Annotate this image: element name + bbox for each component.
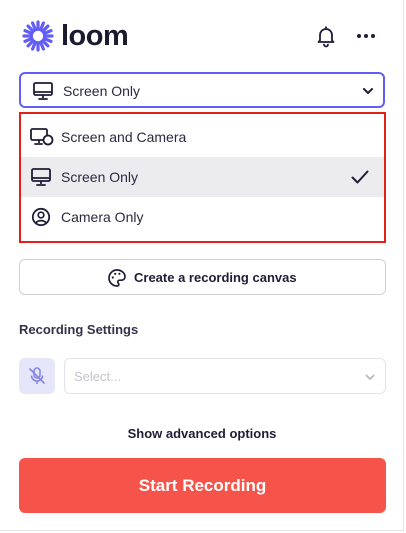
start-recording-button[interactable]: Start Recording: [19, 458, 386, 513]
monitor-icon: [30, 167, 52, 192]
loom-logo: loom: [22, 20, 129, 52]
recording-mode-select[interactable]: Screen Only: [19, 72, 385, 108]
more-options-button[interactable]: [354, 24, 378, 48]
recording-mode-menu: Screen and Camera Screen Only Camera Onl…: [19, 112, 386, 243]
more-horizontal-icon: [357, 34, 375, 38]
checkmark-icon: [350, 167, 370, 192]
option-screen-and-camera[interactable]: Screen and Camera: [21, 117, 384, 157]
palette-icon: [107, 268, 127, 293]
show-advanced-options-link[interactable]: Show advanced options: [0, 426, 404, 441]
loom-logo-text: loom: [61, 20, 129, 52]
user-circle-icon: [30, 207, 52, 232]
loom-popup-panel: loom Screen Only Screen and Camera Scree…: [0, 0, 404, 531]
option-camera-only[interactable]: Camera Only: [21, 197, 384, 237]
start-recording-label: Start Recording: [138, 476, 267, 495]
microphone-off-icon: [29, 367, 45, 384]
loom-starburst-icon: [22, 20, 54, 52]
option-label: Camera Only: [61, 209, 144, 225]
option-label: Screen and Camera: [61, 129, 187, 145]
option-screen-only[interactable]: Screen Only: [21, 157, 384, 197]
chevron-down-icon: [364, 370, 376, 388]
microphone-select-placeholder: Select...: [74, 369, 121, 384]
chevron-down-icon: [361, 84, 375, 103]
recording-mode-value: Screen Only: [63, 83, 141, 99]
monitor-icon: [32, 81, 54, 106]
create-recording-canvas-button[interactable]: Create a recording canvas: [19, 259, 386, 295]
option-label: Screen Only: [61, 169, 139, 185]
monitor-camera-icon: [30, 127, 54, 152]
bell-icon: [317, 26, 335, 48]
microphone-toggle-button[interactable]: [19, 358, 55, 394]
microphone-select[interactable]: Select...: [64, 358, 386, 394]
recording-settings-title: Recording Settings: [19, 322, 139, 337]
canvas-button-label: Create a recording canvas: [134, 270, 297, 285]
notifications-button[interactable]: [314, 24, 338, 48]
